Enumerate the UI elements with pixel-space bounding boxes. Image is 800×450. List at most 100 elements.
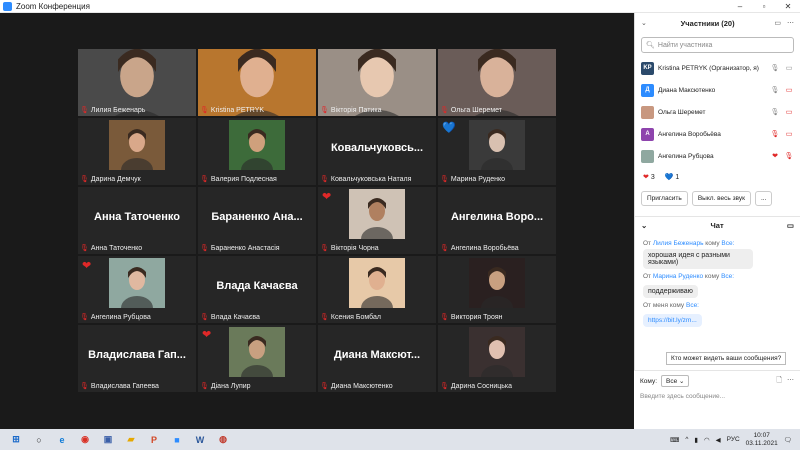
chevron-up-icon[interactable]: ^ — [685, 436, 688, 443]
chat-header: ⌄ Чат ▭ — [635, 216, 800, 234]
clock[interactable]: 10:07 03.11.2021 — [746, 432, 778, 448]
network-icon[interactable]: ◠ — [704, 436, 710, 444]
recipient-select[interactable]: Все ⌄ — [661, 375, 690, 387]
video-tile[interactable]: Анна Таточенко 🎙︎ Анна Таточенко — [78, 187, 196, 254]
participant-name-label: 🎙︎ Дарина Сосницька — [440, 382, 513, 391]
chrome-icon[interactable]: ◉ — [78, 433, 92, 447]
chat-title: Чат — [710, 221, 724, 230]
video-tile[interactable]: 💙 🎙︎ Марина Руденко — [438, 118, 556, 185]
explorer-icon[interactable]: ▰ — [124, 433, 138, 447]
popout-icon[interactable]: ▭ — [774, 19, 781, 27]
video-tile[interactable]: 🎙︎ Дарина Сосницька — [438, 325, 556, 392]
chat-messages: От Лилия Беженарь кому Все: хорошая идея … — [635, 234, 800, 329]
muted-mic-icon: 🎙︎ — [80, 314, 89, 321]
video-tile[interactable]: ❤ 🎙︎ Ангелина Рубцова — [78, 256, 196, 323]
participant-video — [349, 189, 405, 239]
muted-mic-icon: 🎙︎ — [320, 176, 329, 183]
video-tile[interactable]: 🎙︎ Вікторія Патика — [318, 49, 436, 116]
maximize-button[interactable]: ▫ — [752, 0, 776, 13]
chat-visibility-tooltip: Кто может видеть ваши сообщения? — [666, 352, 787, 365]
minimize-button[interactable]: – — [728, 0, 752, 13]
video-tile[interactable]: Владислава Гап... 🎙︎ Владислава Гапеева — [78, 325, 196, 392]
photos-icon[interactable]: ◍ — [216, 433, 230, 447]
message-link[interactable]: https://bit.ly/zm... — [643, 314, 702, 327]
participant-name: Диана Максютенко — [330, 382, 393, 390]
participant-row-name: Ангелина Воробьёва — [658, 130, 721, 138]
video-tile[interactable]: Диана Максют... 🎙︎ Диана Максютенко — [318, 325, 436, 392]
camera-icon[interactable]: ▭ — [784, 86, 794, 94]
mute-all-button[interactable]: Выкл. весь звук — [691, 191, 751, 206]
video-tile[interactable]: Влада Качаєва 🎙︎ Влада Качаєва — [198, 256, 316, 323]
video-tile[interactable]: Ангелина Воро... 🎙︎ Ангелина Воробьёва — [438, 187, 556, 254]
windows-start-icon[interactable]: ⊞ — [9, 433, 23, 447]
video-tile[interactable]: 🎙︎ Лилия Беженарь — [78, 49, 196, 116]
camera-icon[interactable]: 🎙 — [784, 152, 794, 160]
participant-row-name: Ангелина Рубцова — [658, 152, 714, 160]
muted-mic-icon: 🎙︎ — [440, 107, 449, 114]
invite-button[interactable]: Пригласить — [641, 191, 688, 206]
video-tile[interactable]: 🎙︎ Ольга Шеремет — [438, 49, 556, 116]
video-tile[interactable]: 🎙︎ Kristina PETRYK — [198, 49, 316, 116]
title-bar: Zoom Конференция – ▫ ✕ — [0, 0, 800, 13]
muted-mic-icon: 🎙︎ — [440, 314, 449, 321]
video-gallery: 🎙︎ Лилия Беженарь 🎙︎ Kristina PETRYK 🎙︎ Вікто… — [0, 13, 633, 429]
participant-search-input[interactable]: Найти участника — [658, 42, 713, 49]
camera-icon[interactable]: ▭ — [784, 64, 794, 72]
participant-video — [469, 258, 525, 308]
more-options-button[interactable]: ... — [754, 191, 773, 206]
participant-video — [469, 327, 525, 377]
video-tile[interactable]: 🎙︎ Дарина Демчук — [78, 118, 196, 185]
participant-name: Лилия Беженарь — [90, 106, 146, 114]
close-button[interactable]: ✕ — [776, 0, 800, 13]
more-icon[interactable]: ⋯ — [787, 376, 794, 387]
video-tile[interactable]: 🎙︎ Виктория Троян — [438, 256, 556, 323]
message-meta: От Лилия Беженарь кому Все: — [643, 240, 735, 247]
participant-row[interactable]: Ольга Шеремет 🎙 ▭ — [635, 101, 800, 123]
participant-row[interactable]: А Ангелина Воробьёва 🎙 ▭ — [635, 123, 800, 145]
notifications-icon[interactable]: 🗨 — [784, 436, 792, 444]
video-tile[interactable]: ❤ 🎙︎ Діана Лупир — [198, 325, 316, 392]
save-icon[interactable]: ▣ — [101, 433, 115, 447]
volume-icon[interactable]: ◀ — [716, 436, 721, 444]
edge-icon[interactable]: e — [55, 433, 69, 447]
zoom-icon[interactable]: ■ — [170, 433, 184, 447]
video-tile[interactable]: Бараненко Ана... 🎙︎ Бараненко Анастасія — [198, 187, 316, 254]
video-tile[interactable]: ❤ 🎙︎ Вікторія Чорна — [318, 187, 436, 254]
participants-title: Участники (20) — [680, 18, 735, 28]
video-tile[interactable]: 🎙︎ Валерия Подлесная — [198, 118, 316, 185]
muted-mic-icon: 🎙︎ — [200, 314, 209, 321]
chat-input[interactable]: Введите здесь сообщение... — [634, 391, 800, 402]
participant-name-label: 🎙︎ Ксения Бомбал — [320, 313, 381, 322]
mic-icon[interactable]: ❤ — [770, 152, 780, 160]
search-icon[interactable]: ○ — [32, 433, 46, 447]
chat-popout-icon[interactable]: ▭ — [787, 221, 794, 230]
participant-name: Дарина Сосницька — [450, 382, 513, 390]
muted-mic-icon: 🎙︎ — [320, 314, 329, 321]
muted-mic-icon: 🎙︎ — [440, 383, 449, 390]
file-icon[interactable]: 🗋 — [776, 376, 782, 387]
participant-row[interactable]: Ангелина Рубцова ❤ 🎙 — [635, 145, 800, 167]
word-icon[interactable]: W — [193, 433, 207, 447]
participant-row[interactable]: Д Диана Максютенко 🎙 ▭ — [635, 79, 800, 101]
mic-icon[interactable]: 🎙 — [770, 64, 780, 72]
gallery-grid: 🎙︎ Лилия Беженарь 🎙︎ Kristina PETRYK 🎙︎ Вікто… — [78, 49, 556, 392]
mic-icon[interactable]: 🎙 — [770, 86, 780, 94]
keyboard-icon[interactable]: ⌨ — [670, 436, 679, 444]
participant-search[interactable]: 🔍︎ Найти участника — [641, 37, 794, 53]
video-tile[interactable]: Ковальчуковсь... 🎙︎ Ковальчуковська Наталя — [318, 118, 436, 185]
participant-row-name: Kristina PETRYK (Организатор, я) — [658, 64, 759, 72]
mic-icon[interactable]: 🎙 — [770, 130, 780, 138]
mic-icon[interactable]: 🎙 — [770, 108, 780, 116]
muted-mic-icon: 🎙︎ — [440, 176, 449, 183]
message-meta: От меня кому Все: — [643, 302, 699, 309]
powerpoint-icon[interactable]: P — [147, 433, 161, 447]
camera-icon[interactable]: ▭ — [784, 130, 794, 138]
video-tile[interactable]: 🎙︎ Ксения Бомбал — [318, 256, 436, 323]
participant-name-label: 🎙︎ Дарина Демчук — [80, 175, 141, 184]
muted-mic-icon: 🎙︎ — [200, 245, 209, 252]
participant-row[interactable]: KP Kristina PETRYK (Организатор, я) 🎙 ▭ — [635, 57, 800, 79]
language-indicator[interactable]: РУС — [727, 436, 740, 443]
camera-icon[interactable]: ▭ — [784, 108, 794, 116]
avatar: А — [641, 127, 654, 141]
more-icon[interactable]: ⋯ — [787, 19, 794, 27]
